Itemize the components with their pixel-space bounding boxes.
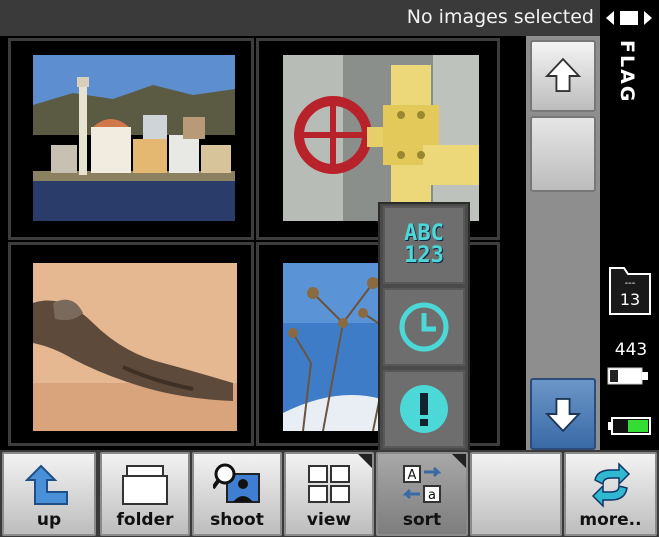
selection-status-text: No images selected bbox=[406, 6, 594, 28]
sort-by-flag-option[interactable] bbox=[383, 370, 465, 448]
remaining-shots-text: 443 bbox=[614, 340, 648, 360]
battery-icon bbox=[608, 417, 651, 435]
more-button[interactable]: more.. bbox=[564, 452, 657, 536]
abc-123-label: ABC 123 bbox=[404, 221, 444, 268]
scroll-up-button[interactable] bbox=[530, 40, 596, 112]
scrollbar-thumb[interactable] bbox=[530, 116, 596, 192]
bottom-toolbar: up folder shoot view A a sort more.. bbox=[0, 450, 659, 537]
sort-by-date-option[interactable] bbox=[383, 288, 465, 366]
thumbnail-cell-1[interactable] bbox=[8, 38, 254, 240]
up-arrow-icon bbox=[25, 464, 68, 505]
submenu-corner-indicator bbox=[358, 454, 372, 468]
svg-text:a: a bbox=[428, 488, 436, 503]
scrollbar-track[interactable] bbox=[526, 36, 600, 450]
thumbnail-cell-3[interactable] bbox=[8, 242, 254, 446]
view-label: view bbox=[306, 510, 352, 530]
view-button[interactable]: view bbox=[284, 452, 374, 536]
svg-text:A: A bbox=[408, 468, 417, 483]
up-arrow-icon bbox=[544, 57, 582, 92]
sort-alphabetical-option[interactable]: ABC 123 bbox=[383, 206, 465, 284]
down-arrow-icon bbox=[544, 398, 582, 433]
up-label: up bbox=[36, 510, 62, 530]
flash-battery-icon bbox=[607, 367, 648, 385]
up-button[interactable]: up bbox=[2, 452, 96, 536]
sort-options-menu: ABC 123 bbox=[378, 202, 470, 452]
refresh-arrows-icon bbox=[591, 462, 630, 508]
folder-count-text: 13 bbox=[619, 290, 641, 309]
exclamation-icon bbox=[400, 385, 448, 433]
folder-icon bbox=[122, 465, 168, 505]
shoot-label: shoot bbox=[210, 510, 264, 530]
more-label: more.. bbox=[579, 510, 642, 530]
right-status-column: FLAG --- 13 443 bbox=[600, 0, 659, 450]
thumbnail-image-valve[interactable] bbox=[283, 55, 479, 221]
shoot-button[interactable]: shoot bbox=[192, 452, 282, 536]
sort-label: sort bbox=[402, 510, 442, 530]
thumbnail-image-sand[interactable] bbox=[33, 263, 237, 431]
scroll-down-button[interactable] bbox=[530, 378, 596, 450]
submenu-corner-indicator bbox=[452, 454, 466, 468]
status-bar: No images selected bbox=[0, 0, 600, 36]
sort-button[interactable]: A a sort bbox=[376, 452, 468, 536]
folder-button[interactable]: folder bbox=[100, 452, 190, 536]
flag-mode-label: FLAG bbox=[616, 40, 638, 104]
shoot-icon bbox=[213, 463, 260, 503]
folder-label: folder bbox=[116, 510, 174, 530]
sort-icon: A a bbox=[402, 465, 442, 503]
clock-icon bbox=[399, 302, 449, 352]
view-grid-icon bbox=[308, 465, 350, 503]
thumbnail-image-harbor-town[interactable] bbox=[33, 55, 235, 221]
empty-toolbar-slot bbox=[470, 452, 562, 536]
card-top-text: --- bbox=[625, 278, 636, 289]
left-right-arrows-icon bbox=[606, 11, 652, 25]
